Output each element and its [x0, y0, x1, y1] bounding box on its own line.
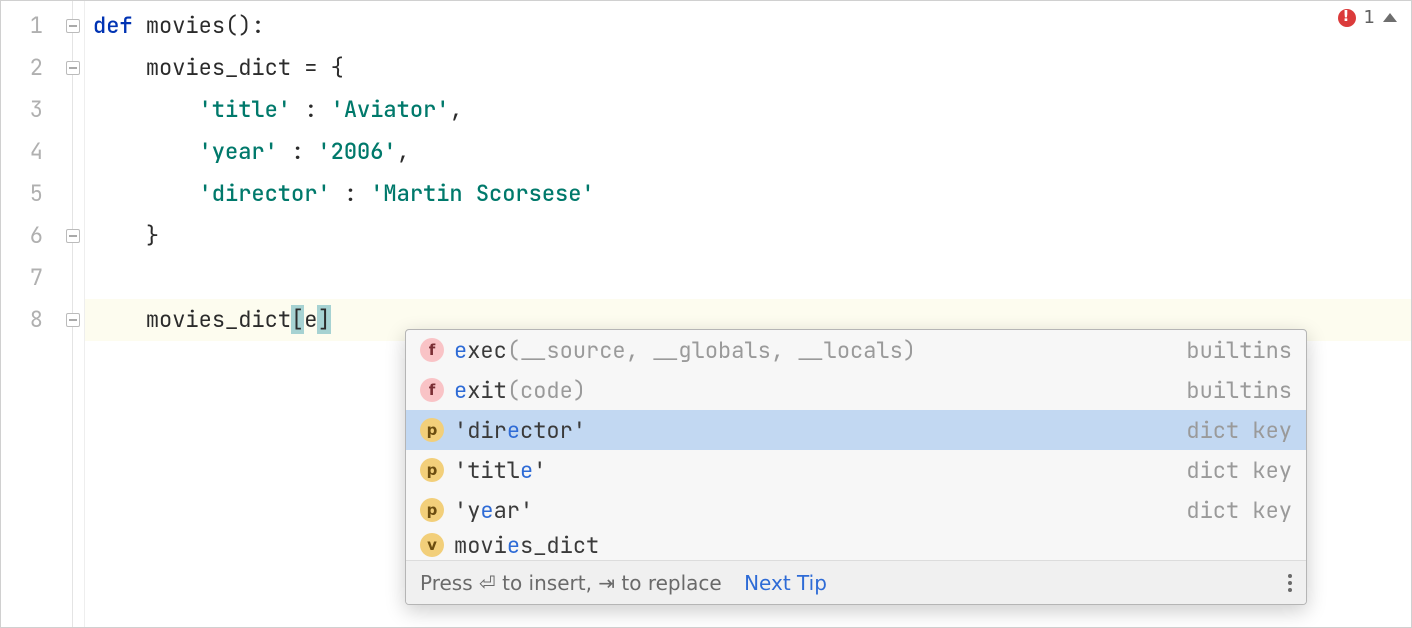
fold-handle-icon[interactable]	[66, 61, 80, 75]
chevron-up-icon[interactable]	[1383, 13, 1397, 22]
line-number: 3	[1, 89, 61, 131]
code-editor[interactable]: 1 2 3 4 5 6 7 8 def movies(): movies_dic…	[1, 1, 1411, 627]
fold-gutter	[61, 1, 85, 627]
completion-item[interactable]: f exit(code) builtins	[406, 370, 1306, 410]
fold-handle-icon[interactable]	[66, 229, 80, 243]
fold-handle-icon[interactable]	[66, 19, 80, 33]
inspections-widget[interactable]: 1	[1338, 7, 1397, 28]
paren-colon: ():	[225, 11, 265, 40]
completion-footer: Press ⏎ to insert, ⇥ to replace Next Tip	[406, 560, 1306, 604]
line-number: 5	[1, 173, 61, 215]
completion-item[interactable]: p 'title' dict key	[406, 450, 1306, 490]
completion-item[interactable]: v movies_dict	[406, 530, 1306, 560]
kebab-icon[interactable]	[1288, 574, 1292, 592]
line-number: 8	[1, 299, 61, 341]
code-line[interactable]: 'director' : 'Martin Scorsese'	[85, 173, 1411, 215]
completion-type-badge-icon: v	[420, 533, 444, 557]
line-number-gutter: 1 2 3 4 5 6 7 8	[1, 1, 61, 627]
line-number: 7	[1, 257, 61, 299]
line-number: 6	[1, 215, 61, 257]
code-line[interactable]: 'year' : '2006',	[85, 131, 1411, 173]
next-tip-link[interactable]: Next Tip	[744, 571, 827, 595]
completion-tail: dict key	[1186, 496, 1292, 525]
typed-char: e	[304, 305, 317, 334]
code-area[interactable]: def movies(): movies_dict = { 'title' : …	[85, 1, 1411, 627]
completion-label: 'year'	[454, 496, 1176, 525]
dict-value: '2006'	[317, 137, 396, 166]
completion-label: exec(__source, __globals, __locals)	[454, 336, 1176, 365]
completion-item[interactable]: f exec(__source, __globals, __locals) buil…	[406, 330, 1306, 370]
dict-value: 'Martin Scorsese'	[370, 179, 594, 208]
line-number: 2	[1, 47, 61, 89]
code-line[interactable]: }	[85, 215, 1411, 257]
identifier: movies_dict	[146, 53, 291, 82]
close-brace: }	[146, 221, 159, 250]
dict-key: 'title'	[199, 95, 291, 124]
completion-tail: dict key	[1186, 416, 1292, 445]
dict-key: 'director'	[199, 179, 331, 208]
completion-tail: builtins	[1186, 376, 1292, 405]
error-count: 1	[1364, 7, 1375, 28]
keyword-def: def	[93, 11, 133, 40]
line-number: 4	[1, 131, 61, 173]
completion-type-badge-icon: p	[420, 498, 444, 522]
completion-label: exit(code)	[454, 376, 1176, 405]
completion-tail: dict key	[1186, 456, 1292, 485]
completion-type-badge-icon: p	[420, 418, 444, 442]
code-line[interactable]	[85, 257, 1411, 299]
dict-value: 'Aviator'	[331, 95, 450, 124]
function-name: movies	[146, 11, 225, 40]
completion-tail: builtins	[1186, 336, 1292, 365]
identifier: movies_dict	[146, 305, 291, 334]
code-line[interactable]: movies_dict = {	[85, 47, 1411, 89]
assign-brace: = {	[291, 53, 344, 82]
completion-popup[interactable]: fexec(__source, __globals, __locals)buil…	[405, 329, 1307, 605]
completion-label: 'title'	[454, 456, 1176, 485]
completion-hint: Press ⏎ to insert, ⇥ to replace	[420, 571, 722, 595]
open-bracket: [	[291, 305, 304, 334]
line-number: 1	[1, 5, 61, 47]
completion-label: 'director'	[454, 416, 1176, 445]
error-icon[interactable]	[1338, 9, 1356, 27]
completion-type-badge-icon: f	[420, 338, 444, 362]
completion-type-badge-icon: f	[420, 378, 444, 402]
fold-handle-icon[interactable]	[66, 313, 80, 327]
completion-type-badge-icon: p	[420, 458, 444, 482]
completion-item[interactable]: p 'year' dict key	[406, 490, 1306, 530]
dict-key: 'year'	[199, 137, 278, 166]
code-line[interactable]: 'title' : 'Aviator',	[85, 89, 1411, 131]
completion-item[interactable]: p 'director' dict key	[406, 410, 1306, 450]
completion-label: movies_dict	[454, 531, 1282, 560]
close-bracket: ]	[317, 305, 330, 334]
code-line[interactable]: def movies():	[85, 5, 1411, 47]
